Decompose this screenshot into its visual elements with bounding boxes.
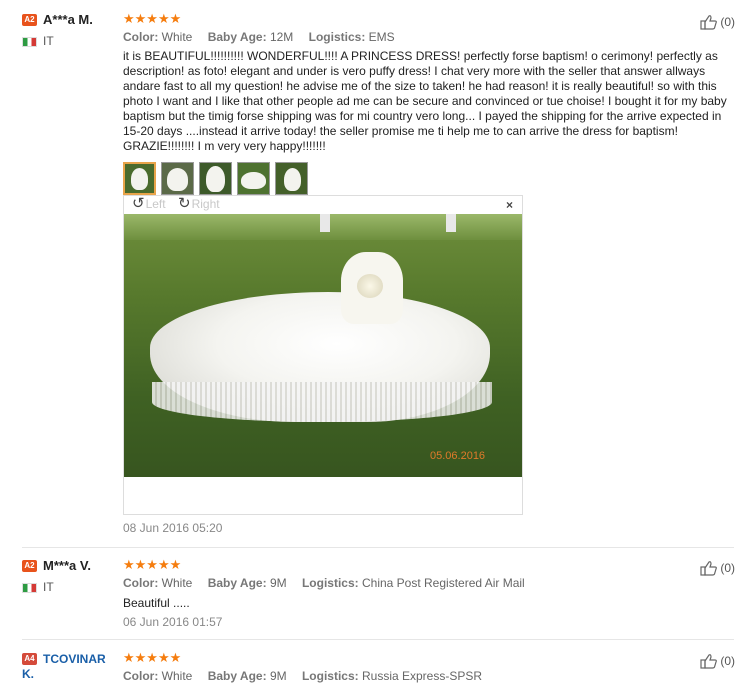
baby-age-value: 9M (269, 669, 287, 683)
rotate-right-icon: ↻ (178, 195, 191, 212)
order-meta: Color: White Baby Age: 12M Logistics: EM… (123, 30, 735, 44)
color-value: White (161, 30, 193, 44)
review-item: A4 TCOVINAR K. ★★★★★ Color: White Baby Ag… (0, 651, 739, 688)
helpful-count: (0) (720, 561, 735, 575)
order-meta: Color: White Baby Age: 9M Logistics: Rus… (123, 669, 735, 683)
rotate-left-button[interactable]: ↺ Left (132, 195, 166, 212)
star-rating: ★★★★★ (123, 650, 182, 665)
reviewer-country: IT (22, 580, 122, 594)
thumbs-up-icon[interactable] (700, 653, 718, 669)
review-text: it is BEAUTIFUL!!!!!!!!!! WONDERFUL!!!! … (123, 49, 727, 153)
color-label: Color: (123, 30, 159, 44)
baby-age-label: Baby Age: (207, 576, 267, 590)
baby-age-label: Baby Age: (207, 669, 267, 683)
helpful-count: (0) (720, 15, 735, 29)
country-code: IT (43, 34, 54, 49)
review-divider (22, 547, 734, 548)
rotate-right-button[interactable]: ↻ Right (178, 195, 220, 212)
country-code: IT (43, 580, 54, 595)
buyer-level-badge: A2 (22, 559, 37, 572)
logistics-label: Logistics: (301, 576, 359, 590)
logistics-label: Logistics: (308, 30, 366, 44)
review-item: A2 M***a V. IT ★★★★★ Color: White Baby Ag… (0, 558, 739, 638)
review-body: ★★★★★ Color: White Baby Age: 9M Logistic… (123, 650, 735, 684)
reviewer-name-continued: K. (22, 667, 34, 682)
review-item: A2 A***a M. IT ★★★★★ Color: White Baby Ag… (0, 12, 739, 542)
italy-flag-icon (22, 583, 37, 594)
photo-thumbnail[interactable] (123, 162, 156, 195)
helpful-vote[interactable]: (0) (700, 653, 735, 669)
italy-flag-icon (22, 37, 37, 48)
photo-thumbnail[interactable] (161, 162, 194, 195)
color-value: White (161, 669, 193, 683)
photo-thumbnail[interactable] (199, 162, 232, 195)
reviewer-name: TCOVINAR (43, 651, 106, 666)
photo-viewer: ↺ Left ↻ Right × 05.06.2016 (123, 195, 523, 515)
logistics-value: EMS (368, 30, 395, 44)
review-text: Beautiful ..... (123, 596, 190, 610)
buyer-level-badge: A2 (22, 13, 37, 26)
close-viewer-button[interactable]: × (506, 198, 513, 212)
reviewer-info: A2 M***a V. IT (22, 558, 122, 594)
review-photo: 05.06.2016 (124, 214, 522, 477)
review-date: 08 Jun 2016 05:20 (123, 521, 223, 535)
photo-thumbnail[interactable] (237, 162, 270, 195)
photo-date-stamp: 05.06.2016 (430, 450, 486, 462)
reviewer-name: A***a M. (43, 12, 93, 28)
reviewer-country: IT (22, 34, 122, 48)
color-label: Color: (123, 576, 159, 590)
review-date: 06 Jun 2016 01:57 (123, 615, 223, 629)
reviewer-info: A4 TCOVINAR K. (22, 651, 122, 681)
review-divider (22, 639, 734, 640)
helpful-vote[interactable]: (0) (700, 560, 735, 576)
helpful-count: (0) (720, 654, 735, 668)
rotate-left-icon: ↺ (132, 195, 145, 212)
baby-age-label: Baby Age: (207, 30, 267, 44)
color-value: White (161, 576, 193, 590)
viewer-toolbar: ↺ Left ↻ Right × (124, 196, 522, 214)
star-rating: ★★★★★ (123, 11, 182, 26)
reviewer-info: A2 A***a M. IT (22, 12, 122, 48)
logistics-value: China Post Registered Air Mail (361, 576, 525, 590)
review-body: ★★★★★ Color: White Baby Age: 9M Logistic… (123, 557, 735, 630)
baby-age-value: 12M (269, 30, 294, 44)
photo-thumbnail[interactable] (275, 162, 308, 195)
baby-age-value: 9M (269, 576, 287, 590)
helpful-vote[interactable]: (0) (700, 14, 735, 30)
logistics-label: Logistics: (301, 669, 359, 683)
buyer-level-badge: A4 (22, 652, 37, 665)
order-meta: Color: White Baby Age: 9M Logistics: Chi… (123, 576, 735, 590)
thumbs-up-icon[interactable] (700, 14, 718, 30)
logistics-value: Russia Express-SPSR (361, 669, 483, 683)
thumbs-up-icon[interactable] (700, 560, 718, 576)
photo-thumbnails (123, 162, 735, 195)
review-body: ★★★★★ Color: White Baby Age: 12M Logisti… (123, 12, 735, 195)
color-label: Color: (123, 669, 159, 683)
star-rating: ★★★★★ (123, 557, 182, 572)
reviewer-name: M***a V. (43, 558, 91, 574)
